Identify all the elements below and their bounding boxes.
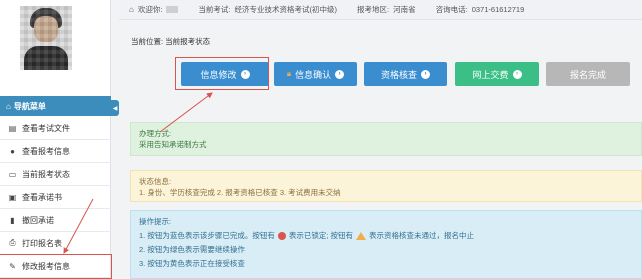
sidebar-item-current-status[interactable]: ▭ 当前报考状态 [0,163,111,186]
undo-icon: ▮ [10,215,15,225]
phone-value: 0371-61612719 [471,5,525,14]
tips-panel: 操作提示: 1. 按钮为蓝色表示该步骤已完成。按钮有 表示已锁定; 按钮有 表示… [130,210,642,279]
confirm-info-label: 信息确认 [295,69,332,80]
info-icon: ● [10,146,15,156]
lock-icon: 🔒︎ [286,69,292,78]
welcome-label: 欢迎你: [137,5,163,14]
monitor-icon: ▭ [8,169,17,179]
sidebar-item-exam-files[interactable]: ▤ 查看考试文件 [0,117,111,140]
sidebar-item-label: 查看考试文件 [22,123,70,133]
method-panel: 办理方式: 采用告知承诺制方式 [130,122,642,156]
warning-icon [356,231,367,240]
tip-line-2: 2. 按钮为绿色表示需要继续操作 [139,244,633,255]
registration-complete-button: 报名完成 [546,62,630,86]
annotation-highlight-box [175,57,269,90]
online-payment-label: 网上交费 [472,69,509,80]
home-icon: ⌂ [6,101,11,111]
tip1-part-a: 1. 按钮为蓝色表示该步骤已完成。按钮有 [139,231,275,240]
sidebar-collapse-toggle[interactable]: ◀ [111,100,119,116]
status-title: 状态信息: [139,177,172,186]
username-blurred [166,6,179,13]
sidebar-item-label: 修改报考信息 [22,261,70,271]
tip2-text: 2. 按钮为绿色表示需要继续操作 [139,245,245,254]
sidebar-item-commitment[interactable]: ▣ 查看承诺书 [0,186,111,209]
file-icon: ▤ [8,123,17,133]
sidebar-item-exam-info[interactable]: ● 查看报考信息 [0,140,111,163]
phone-label: 咨询电话: [435,5,468,14]
sidebar-item-label: 当前报考状态 [22,169,70,179]
chevron-right-icon: › [335,69,345,79]
registration-complete-label: 报名完成 [569,69,606,80]
breadcrumb: 当前位置: 当前报考状态 [131,37,211,46]
sidebar: ⌂ 导航菜单 ▤ 查看考试文件 ● 查看报考信息 ▭ 当前报考状态 ▣ 查看承诺… [0,0,112,279]
confirm-info-button[interactable]: 🔒︎ 信息确认 › [274,62,357,86]
tip-line-1: 1. 按钮为蓝色表示该步骤已完成。按钮有 表示已锁定; 按钮有 表示资格核查未通… [139,230,633,241]
chevron-right-icon: › [421,69,430,79]
lock-icon [277,231,286,240]
exam-name: 经济专业技术资格考试(初中级) [234,5,338,14]
sidebar-item-withdraw[interactable]: ▮ 撤回承诺 [0,209,111,232]
qualification-check-button[interactable]: 资格核查 › [364,62,447,86]
sidebar-item-print[interactable]: ⎙ 打印报名表 [0,232,111,255]
method-title: 办理方式: [139,129,172,138]
sidebar-item-label: 打印报名表 [22,238,62,248]
sidebar-item-label: 查看承诺书 [22,192,62,202]
print-icon: ⎙ [9,238,16,247]
status-panel: 状态信息: 1. 身份、学历核查完成 2. 报考资格已核查 3. 考试费用未交纳 [130,170,642,202]
online-payment-button[interactable]: 网上交费 › [455,62,539,86]
edit-icon: ✎ [9,261,16,271]
nav-title: 导航菜单 [13,101,46,111]
tips-title: 操作提示: [139,217,172,226]
topbar: ⌂ 欢迎你: 当前考试: 经济专业技术资格考试(初中级) 报考地区: 河南省 咨… [119,0,642,20]
province-label: 报考地区: [357,5,390,14]
sidebar-item-label: 查看报考信息 [22,146,70,156]
tip1-part-b: 表示已锁定; 按钮有 [288,231,354,240]
method-text: 采用告知承诺制方式 [139,140,207,149]
tip1-part-c: 表示资格核查未通过，报名中止 [369,231,475,240]
avatar-mosaic [20,6,72,70]
tip3-text: 3. 按钮为黄色表示正在接受核查 [139,259,245,268]
status-text: 1. 身份、学历核查完成 2. 报考资格已核查 3. 考试费用未交纳 [139,188,341,197]
sidebar-item-label: 撤回承诺 [22,215,54,225]
book-icon: ▣ [8,192,17,202]
home-icon: ⌂ [129,5,134,14]
qualification-check-label: 资格核查 [380,69,417,80]
province-value: 河南省 [393,5,416,14]
exam-label: 当前考试: [198,5,231,14]
chevron-right-icon: › [512,69,522,79]
avatar [20,6,72,70]
nav-header: ⌂ 导航菜单 [0,96,111,116]
nav-list: ▤ 查看考试文件 ● 查看报考信息 ▭ 当前报考状态 ▣ 查看承诺书 ▮ 撤回承… [0,117,112,279]
sidebar-item-edit-info[interactable]: ✎ 修改报考信息 [0,254,112,279]
tip-line-3: 3. 按钮为黄色表示正在接受核查 [139,258,633,269]
